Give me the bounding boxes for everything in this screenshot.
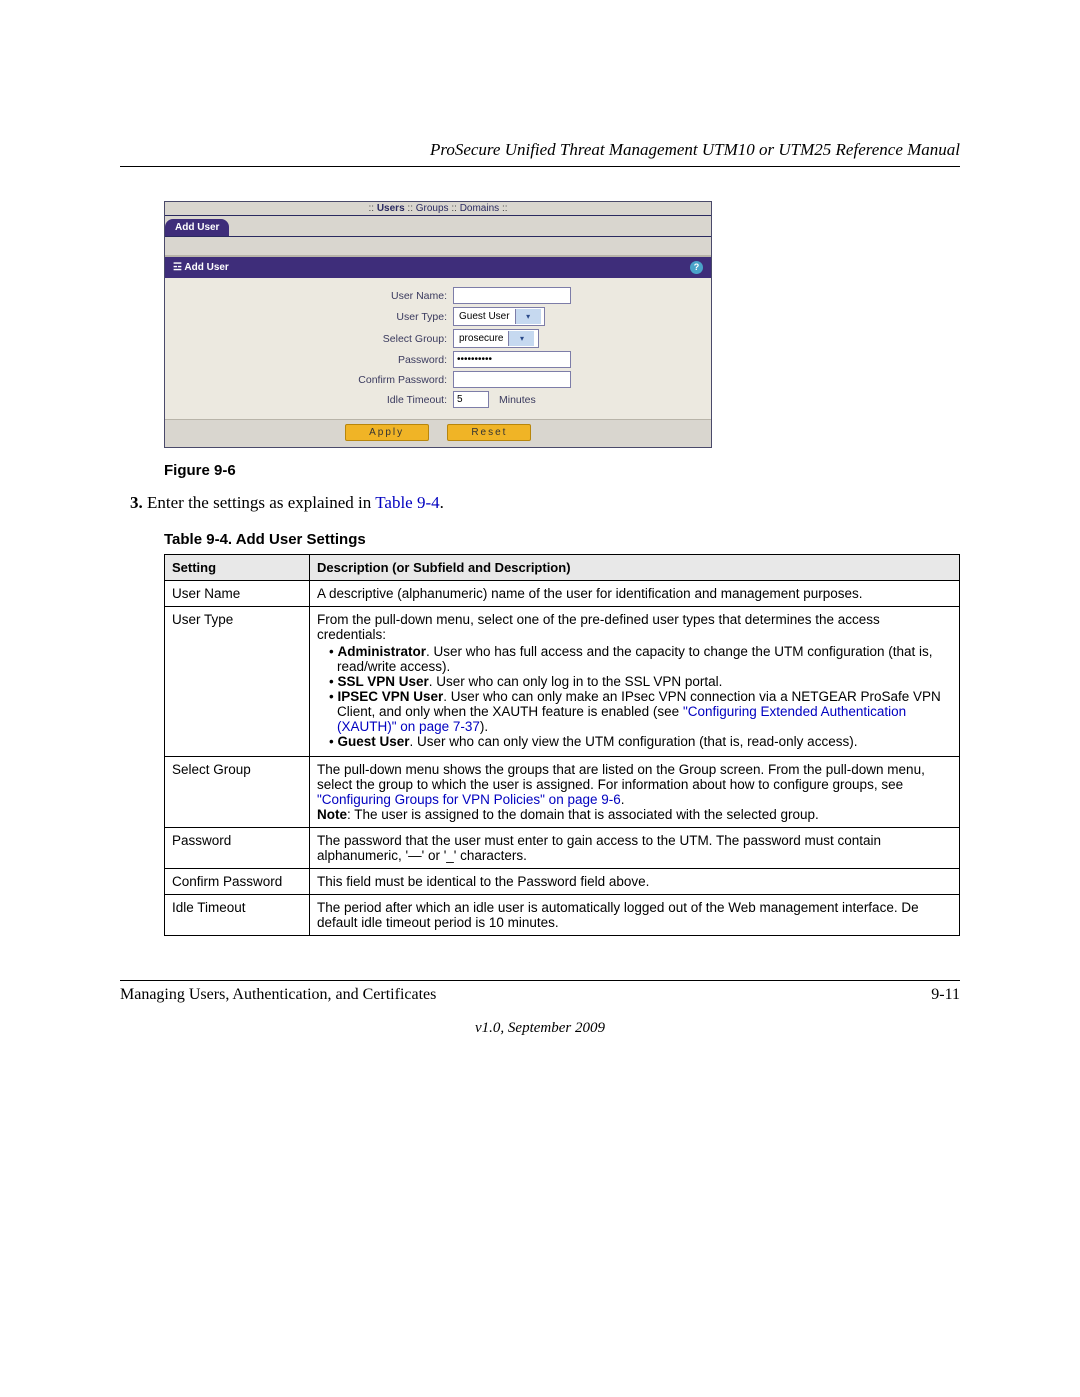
usertype-label: User Type: — [177, 311, 453, 323]
tab-strip: Add User — [165, 215, 711, 237]
cell-setting: Select Group — [165, 757, 310, 828]
table-row: Idle Timeout The period after which an i… — [165, 895, 960, 936]
selectgroup-label: Select Group: — [177, 333, 453, 345]
table-row: Password The password that the user must… — [165, 828, 960, 869]
confirm-password-input[interactable] — [453, 371, 571, 388]
add-user-form: User Name: User Type: Guest User ▾ Selec… — [165, 278, 711, 419]
cell-setting: User Name — [165, 581, 310, 607]
idle-timeout-label: Idle Timeout: — [177, 394, 453, 406]
table-row: User Name A descriptive (alphanumeric) n… — [165, 581, 960, 607]
settings-table: Setting Description (or Subfield and Des… — [164, 554, 960, 936]
page-header: ProSecure Unified Threat Management UTM1… — [120, 140, 960, 167]
cell-desc: The password that the user must enter to… — [310, 828, 960, 869]
step-number: 3. — [130, 493, 143, 512]
table-ref-link[interactable]: Table 9-4 — [375, 493, 439, 512]
panel-header: ☲ Add User ? — [165, 256, 711, 278]
reset-button[interactable]: Reset — [447, 424, 531, 441]
col-description: Description (or Subfield and Description… — [310, 555, 960, 581]
help-icon[interactable]: ? — [690, 261, 703, 274]
breadcrumb: :: Users :: Groups :: Domains :: — [165, 202, 711, 215]
cell-setting: Confirm Password — [165, 869, 310, 895]
crumb-users[interactable]: Users — [377, 203, 405, 214]
crumb-domains[interactable]: Domains — [460, 203, 499, 214]
cell-setting: Password — [165, 828, 310, 869]
screenshot-panel: :: Users :: Groups :: Domains :: Add Use… — [164, 201, 712, 448]
table-row: User Type From the pull-down menu, selec… — [165, 607, 960, 757]
cell-setting: User Type — [165, 607, 310, 757]
username-input[interactable] — [453, 287, 571, 304]
table-row: Select Group The pull-down menu shows th… — [165, 757, 960, 828]
cell-setting: Idle Timeout — [165, 895, 310, 936]
apply-button[interactable]: Apply — [345, 424, 429, 441]
figure-caption: Figure 9-6 — [164, 462, 960, 479]
page-number: 9-11 — [931, 986, 960, 1004]
button-bar: Apply Reset — [165, 419, 711, 447]
cell-desc: The period after which an idle user is a… — [310, 895, 960, 936]
idle-timeout-input[interactable] — [453, 391, 489, 408]
step-3: 3. Enter the settings as explained in Ta… — [130, 493, 960, 513]
confirm-password-label: Confirm Password: — [177, 374, 453, 386]
password-input[interactable] — [453, 351, 571, 368]
cell-desc: A descriptive (alphanumeric) name of the… — [310, 581, 960, 607]
cell-desc: The pull-down menu shows the groups that… — [310, 757, 960, 828]
page-footer: Managing Users, Authentication, and Cert… — [120, 980, 960, 1004]
idle-timeout-unit: Minutes — [499, 394, 536, 406]
chevron-down-icon: ▾ — [508, 331, 534, 346]
table-caption: Table 9-4. Add User Settings — [164, 531, 960, 548]
version-line: v1.0, September 2009 — [120, 1020, 960, 1037]
usertype-value: Guest User — [454, 311, 515, 322]
crumb-groups[interactable]: Groups — [416, 203, 449, 214]
tab-add-user[interactable]: Add User — [165, 219, 229, 236]
cell-desc: From the pull-down menu, select one of t… — [310, 607, 960, 757]
selectgroup-select[interactable]: prosecure ▾ — [453, 329, 539, 348]
selectgroup-value: prosecure — [454, 333, 508, 344]
password-label: Password: — [177, 354, 453, 366]
cell-desc: This field must be identical to the Pass… — [310, 869, 960, 895]
chevron-down-icon: ▾ — [515, 309, 541, 324]
panel-title: Add User — [184, 262, 228, 273]
step-text: Enter the settings as explained in — [147, 493, 375, 512]
username-label: User Name: — [177, 290, 453, 302]
table-row: Confirm Password This field must be iden… — [165, 869, 960, 895]
col-setting: Setting — [165, 555, 310, 581]
footer-section: Managing Users, Authentication, and Cert… — [120, 986, 436, 1004]
groups-link[interactable]: "Configuring Groups for VPN Policies" on… — [317, 792, 621, 807]
usertype-select[interactable]: Guest User ▾ — [453, 307, 545, 326]
